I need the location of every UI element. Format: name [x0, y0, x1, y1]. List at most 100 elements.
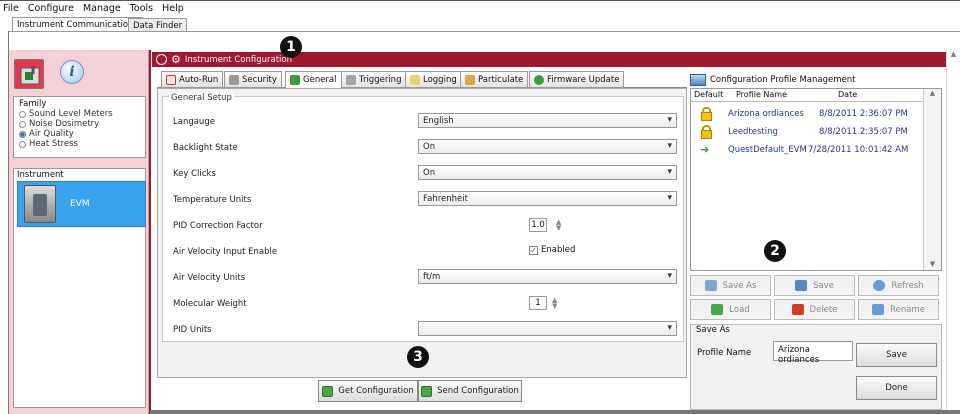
instrument-title: Instrument — [17, 170, 64, 180]
radio-noise-dosimetry[interactable]: Noise Dosimetry — [19, 119, 140, 129]
tab-logging[interactable]: Logging — [405, 71, 462, 88]
profile-list-header: Default Profile Name Date — [691, 89, 923, 102]
label-air-velocity-input-enable: Air Velocity Input Enable — [173, 247, 278, 257]
tab-triggering[interactable]: Triggering — [341, 71, 407, 88]
lock-icon — [701, 107, 712, 121]
instrument-evm-tile[interactable]: EVM — [17, 181, 146, 227]
rename-icon — [872, 304, 885, 315]
air-velocity-enabled-checkbox[interactable]: ✓ Enabled — [529, 245, 575, 255]
globe-icon — [534, 74, 544, 85]
get-configuration-button[interactable]: Get Configuration — [318, 380, 418, 402]
label-pid-units: PID Units — [173, 325, 212, 335]
tab-instrument-communications[interactable]: Instrument Communications — [12, 17, 143, 32]
language-dropdown[interactable]: English — [418, 113, 677, 128]
temperature-units-dropdown[interactable]: Fahrenheit — [418, 191, 677, 206]
trigger-icon — [346, 74, 356, 85]
config-tabs: Auto-Run Security General Triggering Log… — [157, 71, 687, 89]
load-button[interactable]: Load — [690, 299, 771, 320]
column-date[interactable]: Date — [838, 90, 857, 99]
calendar-icon — [166, 74, 176, 85]
profile-row[interactable]: Leedtesting 8/8/2011 2:35:07 PM — [691, 123, 923, 141]
collapse-icon[interactable] — [156, 54, 167, 65]
get-icon — [322, 385, 334, 397]
tab-general[interactable]: General — [285, 71, 342, 89]
label-key-clicks: Key Clicks — [173, 169, 216, 179]
label-language: Langauge — [173, 117, 215, 127]
send-configuration-button[interactable]: Send Configuration — [418, 380, 522, 402]
save-as-save-button[interactable]: Save — [856, 343, 937, 367]
pencil-icon — [410, 74, 420, 85]
spinner-arrows-icon[interactable]: ▲ ▼ — [556, 219, 561, 232]
label-backlight-state: Backlight State — [173, 143, 238, 153]
window-title: Instrument Configuration — [184, 54, 292, 65]
profile-name-input[interactable]: Arizona ordiances — [773, 341, 853, 365]
callout-3: 3 — [407, 346, 429, 368]
menu-manage[interactable]: Manage — [83, 3, 121, 14]
label-pid-correction-factor: PID Correction Factor — [173, 221, 263, 231]
window-scrollbar[interactable]: ▲ — [946, 50, 960, 414]
spinner-arrows-icon[interactable]: ▲ ▼ — [552, 297, 557, 310]
column-default[interactable]: Default — [694, 90, 723, 99]
save-as-button[interactable]: Save As — [690, 275, 771, 296]
label-temperature-units: Temperature Units — [173, 195, 252, 205]
arrow-right-icon: ➜ — [700, 143, 710, 156]
bottom-border — [150, 410, 960, 414]
callout-2: 2 — [764, 240, 786, 262]
profile-management-header: Configuration Profile Management — [690, 72, 942, 88]
save-as-title: Save As — [696, 325, 730, 335]
menu-file[interactable]: File — [3, 3, 19, 14]
instrument-name: EVM — [70, 199, 90, 209]
label-molecular-weight: Molecular Weight — [173, 299, 247, 309]
backlight-dropdown[interactable]: On — [418, 139, 677, 154]
menu-help[interactable]: Help — [162, 3, 184, 14]
family-group: Family Sound Level Meters Noise Dosimetr… — [13, 96, 146, 158]
save-as-icon — [704, 280, 717, 291]
key-clicks-dropdown[interactable]: On — [418, 165, 677, 180]
family-title: Family — [19, 99, 47, 109]
label-air-velocity-units: Air Velocity Units — [173, 273, 246, 283]
gear-icon: ⚙ — [171, 53, 181, 66]
radio-heat-stress[interactable]: Heat Stress — [19, 139, 140, 149]
pid-units-dropdown[interactable] — [418, 321, 677, 336]
checkbox-icon: ✓ — [529, 245, 538, 255]
lock-icon — [229, 74, 239, 85]
callout-1: 1 — [280, 36, 302, 58]
toolbar-area — [0, 31, 960, 50]
config-window-titlebar: ⚙ Instrument Configuration — [152, 52, 946, 67]
refresh-button[interactable]: Refresh — [858, 275, 939, 296]
rename-button[interactable]: Rename — [858, 299, 939, 320]
menu-tools[interactable]: Tools — [130, 3, 153, 14]
particulate-icon — [465, 74, 475, 85]
main-tab-strip: Instrument Communications Data Finder — [0, 16, 960, 32]
tab-particulate[interactable]: Particulate — [460, 71, 529, 88]
pid-correction-spinner[interactable]: 1.0 — [529, 218, 547, 232]
profile-name-label: Profile Name — [697, 348, 752, 358]
profile-row[interactable]: Arizona ordiances 8/8/2011 2:36:07 PM — [691, 105, 923, 123]
profile-list: Default Profile Name Date Arizona ordian… — [690, 88, 942, 271]
menu-configure[interactable]: Configure — [28, 3, 74, 14]
profile-list-scrollbar[interactable]: ▲ ▼ — [923, 89, 941, 270]
menu-bar: File Configure Manage Tools Help — [0, 0, 960, 16]
info-icon[interactable]: i — [60, 60, 84, 84]
general-setup-title: General Setup — [169, 93, 234, 103]
left-frame — [0, 31, 9, 414]
done-button[interactable]: Done — [856, 376, 937, 400]
profile-row[interactable]: ➜ QuestDefault_EVM 7/28/2011 10:01:42 AM — [691, 141, 923, 159]
delete-button[interactable]: Delete — [774, 299, 855, 320]
profile-action-buttons: Save As Save Refresh Load Delete Rename — [690, 275, 942, 321]
app-logo-icon[interactable] — [14, 59, 44, 89]
floppy-icon — [795, 280, 808, 291]
save-profile-button[interactable]: Save — [774, 275, 855, 296]
radio-sound-level-meters[interactable]: Sound Level Meters — [19, 109, 140, 119]
radio-air-quality[interactable]: Air Quality — [19, 129, 140, 139]
tab-security[interactable]: Security — [224, 71, 282, 88]
molecular-weight-spinner[interactable]: 1 — [529, 296, 547, 310]
tab-firmware-update[interactable]: Firmware Update — [529, 71, 625, 88]
general-icon — [290, 75, 300, 85]
tab-data-finder[interactable]: Data Finder — [128, 18, 188, 32]
evm-device-icon — [24, 185, 56, 223]
tab-auto-run[interactable]: Auto-Run — [161, 71, 224, 88]
send-icon — [421, 385, 433, 397]
air-velocity-units-dropdown[interactable]: ft/m — [418, 269, 677, 284]
column-profile-name[interactable]: Profile Name — [736, 90, 787, 99]
